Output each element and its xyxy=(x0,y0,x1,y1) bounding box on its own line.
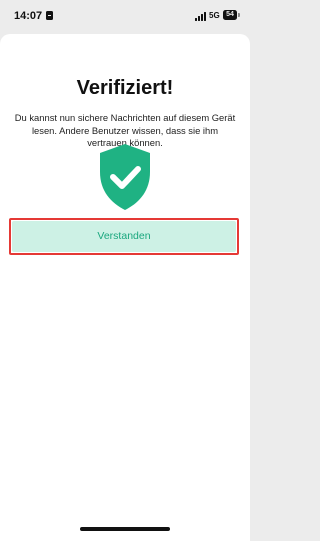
screen: 14:07 5G 54 Verifiziert! Du kannst nun s… xyxy=(0,0,250,541)
dialog-title: Verifiziert! xyxy=(76,77,174,99)
battery-icon: 54 xyxy=(223,10,237,20)
home-indicator[interactable] xyxy=(80,527,170,531)
verification-sheet xyxy=(0,34,250,541)
confirm-button[interactable]: Verstanden xyxy=(12,221,236,252)
cellular-signal-icon xyxy=(195,12,207,21)
status-time: 14:07 xyxy=(14,10,43,22)
network-type: 5G xyxy=(209,11,220,20)
id-card-icon xyxy=(46,11,53,20)
shield-check-icon xyxy=(100,144,150,210)
battery-tip xyxy=(238,13,240,17)
status-bar: 14:07 5G 54 xyxy=(0,0,250,34)
